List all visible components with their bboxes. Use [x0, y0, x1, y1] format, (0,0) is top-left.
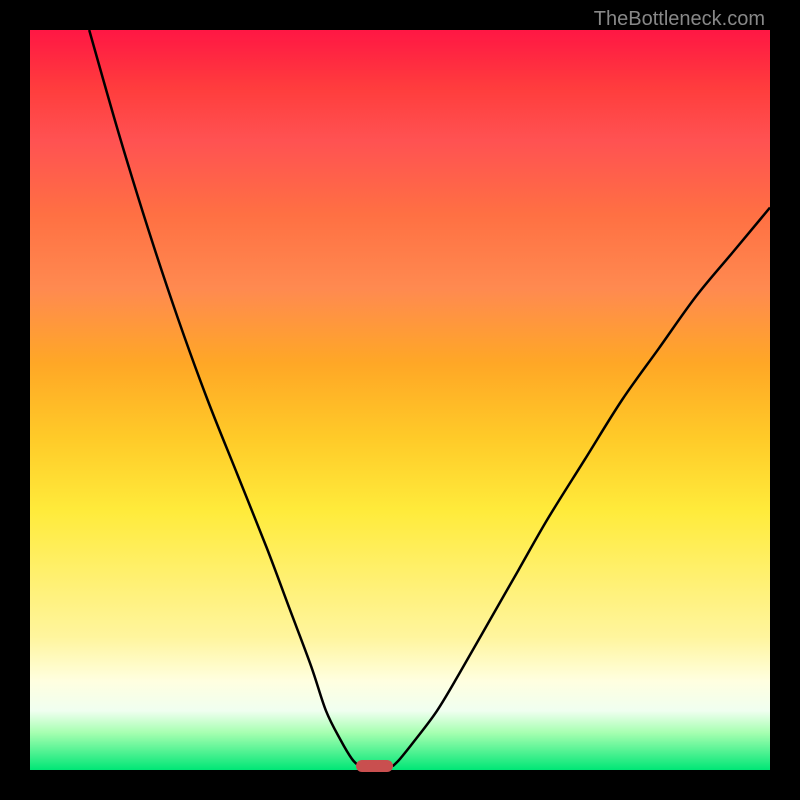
chart-container: TheBottleneck.com	[0, 0, 800, 800]
watermark-text: TheBottleneck.com	[594, 8, 765, 31]
minimum-marker	[356, 760, 393, 772]
left-curve	[89, 30, 359, 766]
curve-layer	[30, 30, 770, 770]
right-curve	[393, 208, 770, 767]
